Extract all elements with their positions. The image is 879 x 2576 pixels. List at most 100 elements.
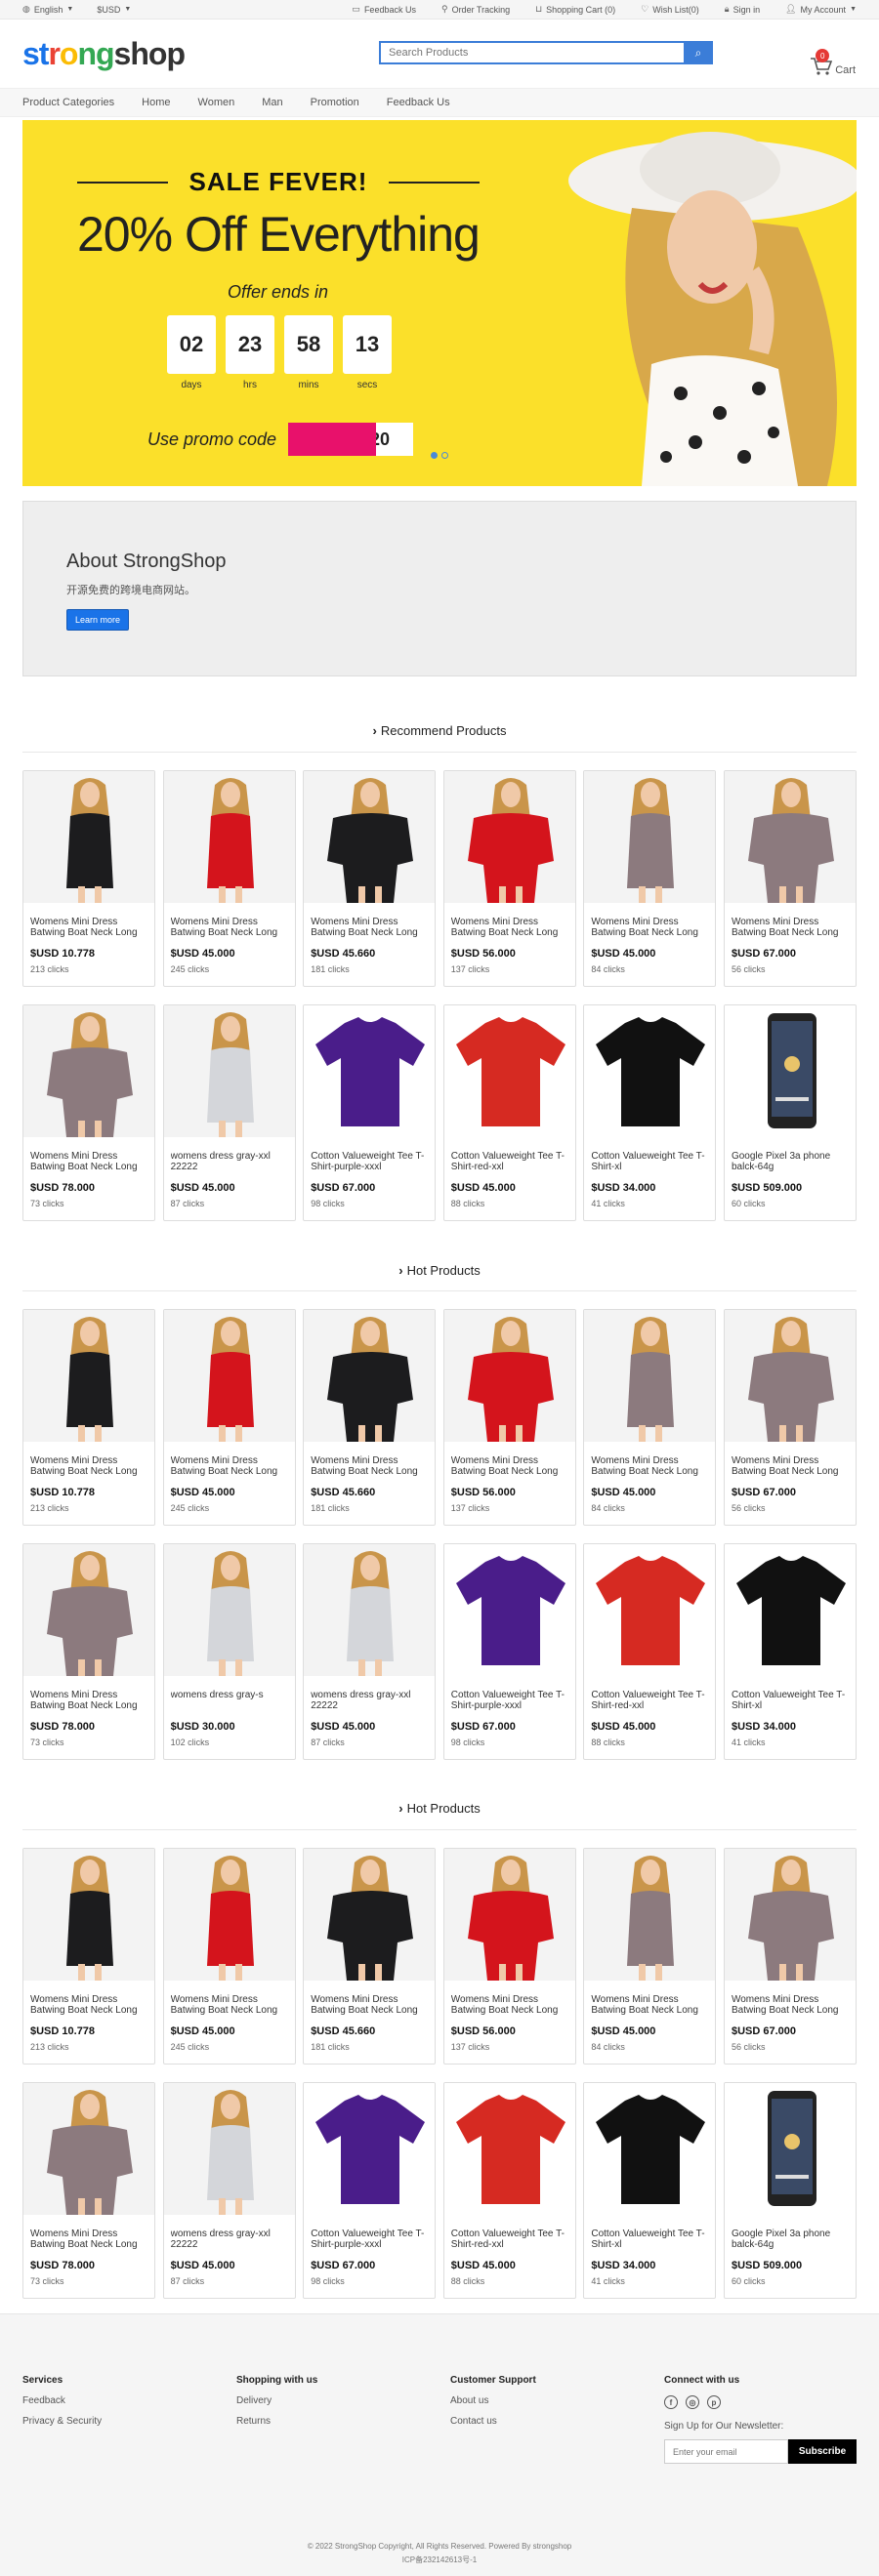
product-card[interactable]: Cotton Valueweight Tee T-Shirt-red-xxl $U…: [442, 2082, 576, 2299]
product-card[interactable]: Womens Mini Dress Batwing Boat Neck Long…: [723, 1848, 857, 2065]
product-card[interactable]: Womens Mini Dress Batwing Boat Neck Long…: [303, 1848, 437, 2065]
product-image[interactable]: [443, 1310, 575, 1442]
product-name[interactable]: womens dress gray-s: [171, 1690, 288, 1711]
product-image[interactable]: [304, 1005, 436, 1137]
product-name[interactable]: womens dress gray-xxl 22222: [171, 1151, 288, 1172]
product-image[interactable]: [23, 1849, 154, 1981]
product-name[interactable]: Womens Mini Dress Batwing Boat Neck Long: [591, 1455, 708, 1477]
product-name[interactable]: Cotton Valueweight Tee T-Shirt-purple-xx…: [451, 1690, 568, 1711]
product-card[interactable]: Womens Mini Dress Batwing Boat Neck Long…: [22, 770, 155, 987]
product-card[interactable]: Womens Mini Dress Batwing Boat Neck Long…: [583, 1309, 717, 1526]
product-name[interactable]: Womens Mini Dress Batwing Boat Neck Long: [732, 1455, 849, 1477]
product-name[interactable]: Womens Mini Dress Batwing Boat Neck Long: [30, 1994, 147, 2016]
my-account-link[interactable]: 👤︎ My Account ▼: [785, 4, 857, 15]
product-name[interactable]: Womens Mini Dress Batwing Boat Neck Long: [30, 2228, 147, 2250]
product-card[interactable]: Womens Mini Dress Batwing Boat Neck Long…: [162, 1309, 296, 1526]
product-card[interactable]: Womens Mini Dress Batwing Boat Neck Long…: [303, 770, 437, 987]
product-card[interactable]: womens dress gray-s $USD 30.000 102 clicks: [162, 1543, 296, 1760]
product-image[interactable]: [443, 1849, 575, 1981]
footer-link-contact[interactable]: Contact us: [450, 2416, 536, 2427]
product-name[interactable]: Womens Mini Dress Batwing Boat Neck Long: [171, 917, 288, 938]
product-name[interactable]: Womens Mini Dress Batwing Boat Neck Long: [30, 1151, 147, 1172]
icp-number[interactable]: ICP备232142613号-1: [0, 2555, 879, 2565]
product-image[interactable]: [584, 1849, 716, 1981]
product-name[interactable]: Womens Mini Dress Batwing Boat Neck Long: [732, 917, 849, 938]
footer-link-feedback[interactable]: Feedback: [22, 2395, 102, 2406]
nav-item-women[interactable]: Women: [198, 97, 235, 108]
product-name[interactable]: Cotton Valueweight Tee T-Shirt-red-xxl: [451, 1151, 568, 1172]
nav-item-man[interactable]: Man: [262, 97, 282, 108]
product-card[interactable]: Cotton Valueweight Tee T-Shirt-purple-xx…: [303, 2082, 437, 2299]
product-name[interactable]: Cotton Valueweight Tee T-Shirt-purple-xx…: [311, 2228, 428, 2250]
product-name[interactable]: Womens Mini Dress Batwing Boat Neck Long: [732, 1994, 849, 2016]
product-card[interactable]: Cotton Valueweight Tee T-Shirt-xl $USD 34…: [723, 1543, 857, 1760]
product-name[interactable]: Cotton Valueweight Tee T-Shirt-red-xxl: [451, 2228, 568, 2250]
product-image[interactable]: [163, 1005, 295, 1137]
product-card[interactable]: Cotton Valueweight Tee T-Shirt-xl $USD 34…: [583, 2082, 717, 2299]
product-name[interactable]: Womens Mini Dress Batwing Boat Neck Long: [171, 1994, 288, 2016]
shopping-cart-link[interactable]: ⊔ Shopping Cart (0): [535, 4, 615, 15]
footer-link-delivery[interactable]: Delivery: [236, 2395, 317, 2406]
product-image[interactable]: [443, 1005, 575, 1137]
product-name[interactable]: Womens Mini Dress Batwing Boat Neck Long: [451, 917, 568, 938]
product-card[interactable]: Womens Mini Dress Batwing Boat Neck Long…: [162, 770, 296, 987]
product-card[interactable]: womens dress gray-xxl 22222 $USD 45.000 87…: [162, 2082, 296, 2299]
product-name[interactable]: Cotton Valueweight Tee T-Shirt-xl: [732, 1690, 849, 1711]
product-name[interactable]: womens dress gray-xxl 22222: [171, 2228, 288, 2250]
nav-item-product-categories[interactable]: Product Categories: [22, 97, 114, 108]
product-image[interactable]: [163, 771, 295, 903]
footer-link-privacy[interactable]: Privacy & Security: [22, 2416, 102, 2427]
product-card[interactable]: Womens Mini Dress Batwing Boat Neck Long…: [162, 1848, 296, 2065]
facebook-icon[interactable]: f: [664, 2395, 678, 2409]
product-name[interactable]: Womens Mini Dress Batwing Boat Neck Long: [591, 1994, 708, 2016]
product-image[interactable]: [23, 1310, 154, 1442]
hero-banner[interactable]: SALE FEVER! 20% Off Everything Offer end…: [22, 120, 857, 486]
product-card[interactable]: Womens Mini Dress Batwing Boat Neck Long…: [723, 770, 857, 987]
product-name[interactable]: Cotton Valueweight Tee T-Shirt-purple-xx…: [311, 1151, 428, 1172]
product-image[interactable]: [163, 1310, 295, 1442]
product-name[interactable]: Google Pixel 3a phone balck-64g: [732, 2228, 849, 2250]
product-card[interactable]: Womens Mini Dress Batwing Boat Neck Long…: [22, 1309, 155, 1526]
product-image[interactable]: [584, 1544, 716, 1676]
product-card[interactable]: Cotton Valueweight Tee T-Shirt-purple-xx…: [442, 1543, 576, 1760]
newsletter-email-input[interactable]: [664, 2439, 788, 2464]
product-card[interactable]: Womens Mini Dress Batwing Boat Neck Long…: [22, 2082, 155, 2299]
product-name[interactable]: Womens Mini Dress Batwing Boat Neck Long: [30, 1690, 147, 1711]
product-card[interactable]: Cotton Valueweight Tee T-Shirt-red-xxl $U…: [583, 1543, 717, 1760]
product-card[interactable]: Cotton Valueweight Tee T-Shirt-red-xxl $U…: [442, 1004, 576, 1221]
product-image[interactable]: [304, 1544, 436, 1676]
instagram-icon[interactable]: ◎: [686, 2395, 699, 2409]
nav-item-promotion[interactable]: Promotion: [311, 97, 359, 108]
product-name[interactable]: Cotton Valueweight Tee T-Shirt-xl: [591, 2228, 708, 2250]
product-name[interactable]: Womens Mini Dress Batwing Boat Neck Long: [30, 1455, 147, 1477]
nav-item-feedback[interactable]: Feedback Us: [387, 97, 450, 108]
product-card[interactable]: Womens Mini Dress Batwing Boat Neck Long…: [583, 770, 717, 987]
sign-in-link[interactable]: 🔒︎ Sign in: [725, 4, 760, 15]
product-card[interactable]: Cotton Valueweight Tee T-Shirt-xl $USD 34…: [583, 1004, 717, 1221]
nav-item-home[interactable]: Home: [142, 97, 170, 108]
product-image[interactable]: [23, 771, 154, 903]
product-image[interactable]: [443, 771, 575, 903]
product-card[interactable]: Google Pixel 3a phone balck-64g $USD 509.…: [723, 1004, 857, 1221]
subscribe-button[interactable]: Subscribe: [788, 2439, 857, 2464]
product-name[interactable]: Womens Mini Dress Batwing Boat Neck Long: [311, 1994, 428, 2016]
product-card[interactable]: womens dress gray-xxl 22222 $USD 45.000 87…: [162, 1004, 296, 1221]
product-name[interactable]: Womens Mini Dress Batwing Boat Neck Long: [451, 1994, 568, 2016]
product-name[interactable]: Womens Mini Dress Batwing Boat Neck Long: [311, 917, 428, 938]
product-card[interactable]: womens dress gray-xxl 22222 $USD 45.000 87…: [303, 1543, 437, 1760]
product-name[interactable]: Womens Mini Dress Batwing Boat Neck Long: [451, 1455, 568, 1477]
product-image[interactable]: [584, 2083, 716, 2215]
product-image[interactable]: [304, 771, 436, 903]
product-image[interactable]: [163, 2083, 295, 2215]
product-image[interactable]: [724, 1005, 856, 1137]
wish-list-link[interactable]: ♡ Wish List(0): [641, 4, 699, 15]
product-card[interactable]: Google Pixel 3a phone balck-64g $USD 509.…: [723, 2082, 857, 2299]
product-image[interactable]: [163, 1544, 295, 1676]
carousel-dot[interactable]: [431, 452, 438, 459]
language-select[interactable]: ◍ English ▼: [22, 4, 73, 15]
product-image[interactable]: [584, 1005, 716, 1137]
search-button[interactable]: ⌕: [684, 41, 713, 64]
footer-link-returns[interactable]: Returns: [236, 2416, 317, 2427]
product-card[interactable]: Womens Mini Dress Batwing Boat Neck Long…: [22, 1543, 155, 1760]
product-image[interactable]: [724, 1849, 856, 1981]
